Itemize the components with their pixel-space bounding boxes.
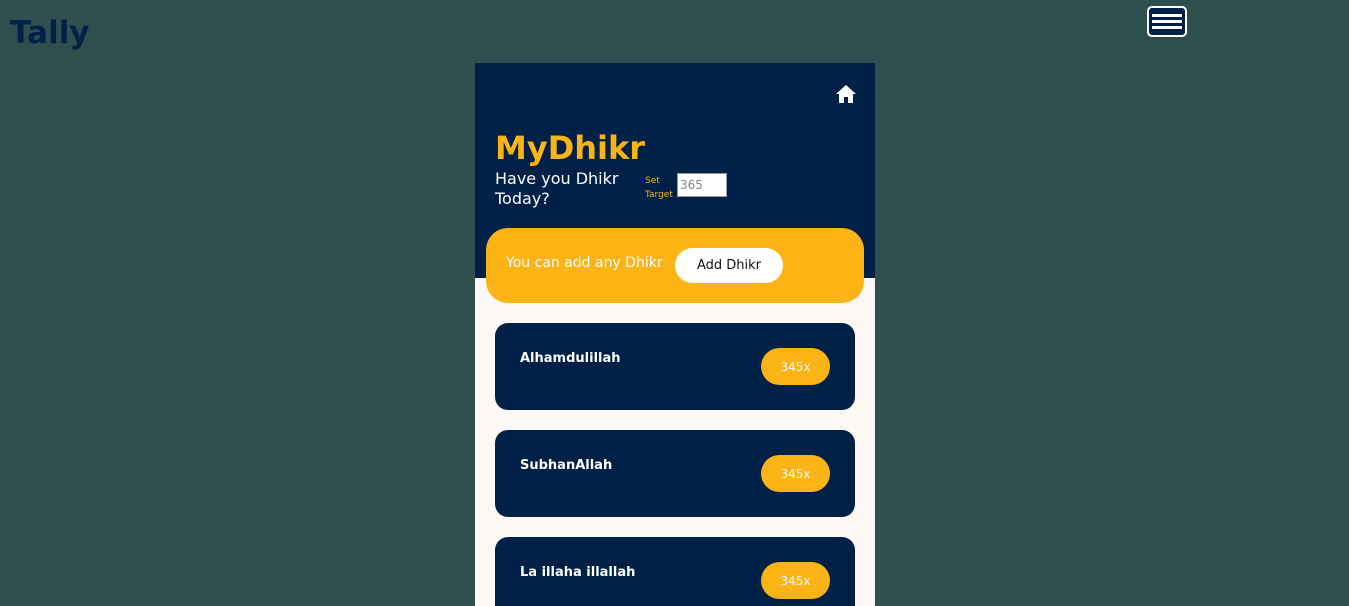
add-dhikr-button[interactable]: Add Dhikr: [675, 248, 783, 283]
dhikr-name: SubhanAllah: [520, 458, 613, 473]
hamburger-menu-button[interactable]: [1147, 6, 1187, 37]
home-icon[interactable]: [836, 85, 856, 103]
dhikr-count-button[interactable]: 345x: [761, 562, 830, 599]
hamburger-menu-icon-bar: [1152, 26, 1182, 29]
site-brand[interactable]: Tally: [10, 15, 90, 51]
dhikr-name: Alhamdulillah: [520, 351, 621, 366]
dhikr-app-panel: MyDhikr Have you Dhikr Today? Set Target…: [475, 63, 875, 606]
app-title: MyDhikr: [495, 129, 646, 167]
dhikr-card[interactable]: La illaha illallah 345x: [495, 537, 855, 606]
dhikr-count-button[interactable]: 345x: [761, 348, 830, 385]
dhikr-name: La illaha illallah: [520, 565, 636, 580]
app-subtitle: Have you Dhikr Today?: [495, 169, 619, 208]
dhikr-card[interactable]: Alhamdulillah 345x: [495, 323, 855, 410]
add-dhikr-prompt: You can add any Dhikr: [506, 255, 663, 271]
set-target-label: Set Target: [645, 176, 673, 200]
hamburger-menu-icon: [1152, 14, 1182, 17]
dhikr-count-button[interactable]: 345x: [761, 455, 830, 492]
dhikr-card[interactable]: SubhanAllah 345x: [495, 430, 855, 517]
set-target-input[interactable]: [677, 173, 727, 197]
hamburger-menu-icon-bar: [1152, 20, 1182, 23]
add-dhikr-card: You can add any Dhikr Add Dhikr: [486, 228, 864, 303]
